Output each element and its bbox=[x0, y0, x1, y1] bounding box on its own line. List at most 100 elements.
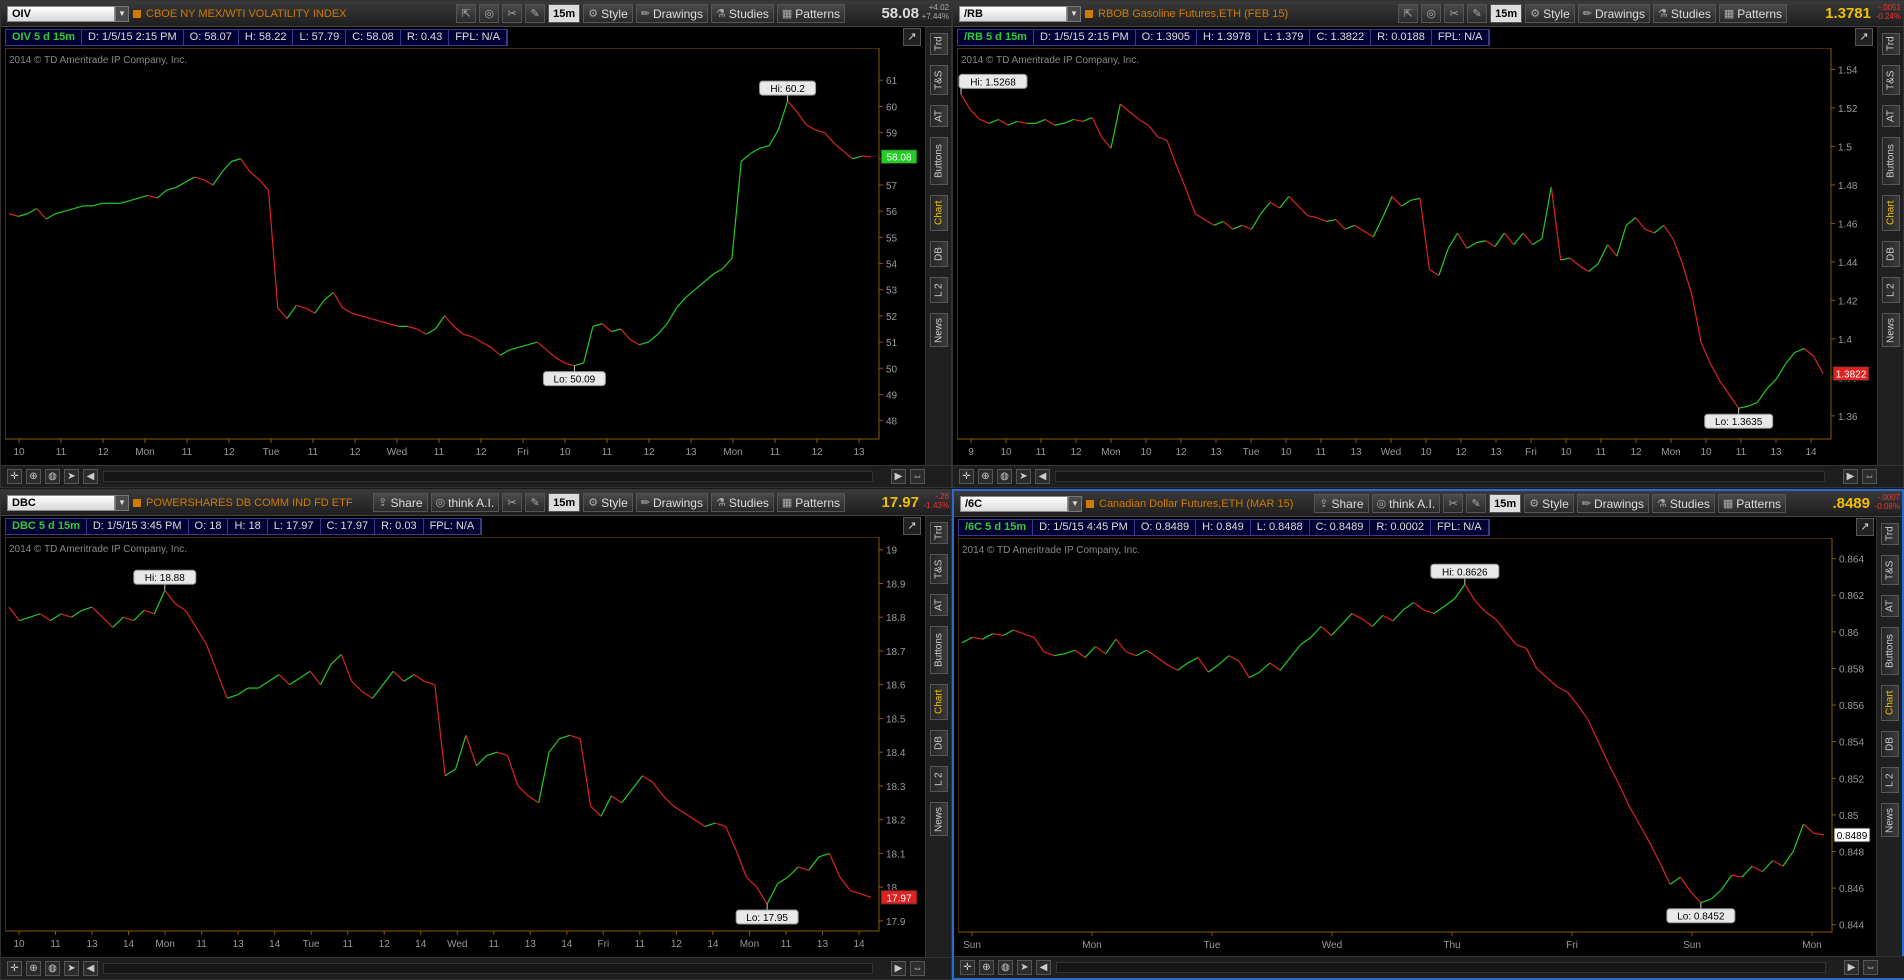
tab-db[interactable]: DB bbox=[930, 241, 948, 267]
cursor-icon[interactable]: ➤ bbox=[64, 961, 79, 976]
tab-at[interactable]: AT bbox=[1881, 595, 1899, 617]
scroll-left-icon[interactable]: ◀ bbox=[83, 961, 98, 976]
style-button[interactable]: ⚙ Style bbox=[1524, 494, 1574, 513]
timeframe-button[interactable]: 15m bbox=[1490, 4, 1523, 23]
tab-l-2[interactable]: L 2 bbox=[1882, 277, 1900, 303]
pan-icon[interactable]: ✛ bbox=[7, 469, 22, 484]
patterns-button[interactable]: ▦ Patterns bbox=[1717, 494, 1786, 513]
scroll-left-icon[interactable]: ◀ bbox=[1035, 469, 1050, 484]
timeframe-button[interactable]: 15m bbox=[1489, 494, 1522, 513]
cursor-icon[interactable]: ➤ bbox=[1017, 960, 1032, 975]
symbol-input[interactable]: /RB bbox=[959, 6, 1067, 22]
tab-l-2[interactable]: L 2 bbox=[930, 277, 948, 303]
studies-button[interactable]: ⚗ Studies bbox=[710, 4, 774, 23]
zoom-icon[interactable]: ◍ bbox=[997, 469, 1012, 484]
zoom-icon[interactable]: ◍ bbox=[45, 469, 60, 484]
drawings-button[interactable]: ✏ Drawings bbox=[1577, 4, 1650, 23]
patterns-button[interactable]: ▦ Patterns bbox=[1718, 4, 1787, 23]
tab-trd[interactable]: Trd bbox=[930, 33, 948, 55]
tab-news[interactable]: News bbox=[1882, 313, 1900, 347]
tab-t-s[interactable]: T&S bbox=[1881, 555, 1899, 585]
tab-at[interactable]: AT bbox=[930, 105, 948, 127]
tab-chart[interactable]: Chart bbox=[1881, 685, 1899, 721]
symbol-link-icon[interactable] bbox=[133, 499, 141, 507]
tab-trd[interactable]: Trd bbox=[1882, 33, 1900, 55]
think-ai-button[interactable]: ◎ think A.I. bbox=[1371, 494, 1441, 513]
tab-news[interactable]: News bbox=[930, 313, 948, 347]
tab-buttons[interactable]: Buttons bbox=[1882, 137, 1900, 185]
cursor-icon[interactable]: ➤ bbox=[1016, 469, 1031, 484]
tab-t-s[interactable]: T&S bbox=[930, 65, 948, 95]
chart-settings-icon[interactable]: ↗ bbox=[903, 28, 921, 46]
zoom-in-icon[interactable]: ⊕ bbox=[979, 960, 994, 975]
timeframe-button[interactable]: 15m bbox=[548, 493, 581, 512]
share-button[interactable]: ⇪ Share bbox=[1314, 494, 1369, 513]
style-button[interactable]: ⚙ Style bbox=[1525, 4, 1575, 23]
expand-time-icon[interactable]: ⇔ bbox=[1863, 960, 1878, 975]
tab-db[interactable]: DB bbox=[930, 730, 948, 756]
style-button[interactable]: ⚙ Style bbox=[583, 493, 633, 512]
tab-l-2[interactable]: L 2 bbox=[930, 766, 948, 792]
tab-trd[interactable]: Trd bbox=[1881, 523, 1899, 545]
pan-icon[interactable]: ✛ bbox=[7, 961, 22, 976]
symbol-link-icon[interactable] bbox=[1086, 500, 1094, 508]
expand-button[interactable]: ⇱ bbox=[1398, 4, 1419, 23]
scroll-right-icon[interactable]: ▶ bbox=[1843, 469, 1858, 484]
settings-button[interactable]: ✎ bbox=[525, 4, 546, 23]
scroll-left-icon[interactable]: ◀ bbox=[1036, 960, 1051, 975]
symbol-dropdown-icon[interactable]: ▼ bbox=[115, 6, 129, 22]
zoom-in-icon[interactable]: ⊕ bbox=[26, 961, 41, 976]
studies-button[interactable]: ⚗ Studies bbox=[710, 493, 774, 512]
symbol-dropdown-icon[interactable]: ▼ bbox=[1067, 6, 1081, 22]
scroll-right-icon[interactable]: ▶ bbox=[891, 469, 906, 484]
scroll-right-icon[interactable]: ▶ bbox=[891, 961, 906, 976]
zoom-in-icon[interactable]: ⊕ bbox=[26, 469, 41, 484]
tools-button[interactable]: ✂ bbox=[502, 493, 523, 512]
expand-time-icon[interactable]: ⇔ bbox=[910, 961, 925, 976]
chart-settings-icon[interactable]: ↗ bbox=[903, 517, 921, 535]
tab-buttons[interactable]: Buttons bbox=[1881, 627, 1899, 675]
drawings-button[interactable]: ✏ Drawings bbox=[635, 4, 708, 23]
tab-buttons[interactable]: Buttons bbox=[930, 137, 948, 185]
drawings-button[interactable]: ✏ Drawings bbox=[1576, 494, 1649, 513]
tab-chart[interactable]: Chart bbox=[930, 195, 948, 231]
zoom-in-icon[interactable]: ⊕ bbox=[978, 469, 993, 484]
studies-button[interactable]: ⚗ Studies bbox=[1652, 4, 1716, 23]
tab-buttons[interactable]: Buttons bbox=[930, 626, 948, 674]
settings-button[interactable]: ✎ bbox=[1466, 494, 1487, 513]
expand-button[interactable]: ⇱ bbox=[456, 4, 477, 23]
tab-l-2[interactable]: L 2 bbox=[1881, 767, 1899, 793]
scroll-right-icon[interactable]: ▶ bbox=[1844, 960, 1859, 975]
tools-button[interactable]: ✂ bbox=[502, 4, 523, 23]
pan-icon[interactable]: ✛ bbox=[959, 469, 974, 484]
zoom-icon[interactable]: ◍ bbox=[45, 961, 60, 976]
zoom-icon[interactable]: ◍ bbox=[998, 960, 1013, 975]
share-button[interactable]: ⇪ Share bbox=[373, 493, 428, 512]
cursor-icon[interactable]: ➤ bbox=[64, 469, 79, 484]
symbol-input[interactable]: OIV bbox=[7, 6, 115, 22]
tab-chart[interactable]: Chart bbox=[1882, 195, 1900, 231]
tab-trd[interactable]: Trd bbox=[930, 522, 948, 544]
pan-icon[interactable]: ✛ bbox=[960, 960, 975, 975]
symbol-input[interactable]: DBC bbox=[7, 495, 115, 511]
time-scrollbar[interactable] bbox=[103, 963, 873, 974]
tab-at[interactable]: AT bbox=[1882, 105, 1900, 127]
timeframe-button[interactable]: 15m bbox=[548, 4, 581, 23]
time-scrollbar[interactable] bbox=[1055, 471, 1825, 482]
settings-button[interactable]: ✎ bbox=[1467, 4, 1488, 23]
sync-button[interactable]: ◎ bbox=[1421, 4, 1442, 23]
studies-button[interactable]: ⚗ Studies bbox=[1651, 494, 1715, 513]
scroll-left-icon[interactable]: ◀ bbox=[83, 469, 98, 484]
think-ai-button[interactable]: ◎ think A.I. bbox=[430, 493, 500, 512]
tab-at[interactable]: AT bbox=[930, 594, 948, 616]
expand-time-icon[interactable]: ⇔ bbox=[1862, 469, 1877, 484]
symbol-input[interactable]: /6C bbox=[960, 496, 1068, 512]
symbol-link-icon[interactable] bbox=[1085, 10, 1093, 18]
chart-settings-icon[interactable]: ↗ bbox=[1856, 518, 1874, 536]
tab-news[interactable]: News bbox=[930, 802, 948, 836]
tab-chart[interactable]: Chart bbox=[930, 684, 948, 720]
settings-button[interactable]: ✎ bbox=[525, 493, 546, 512]
time-scrollbar[interactable] bbox=[1056, 962, 1826, 973]
tab-t-s[interactable]: T&S bbox=[1882, 65, 1900, 95]
symbol-dropdown-icon[interactable]: ▼ bbox=[115, 495, 129, 511]
